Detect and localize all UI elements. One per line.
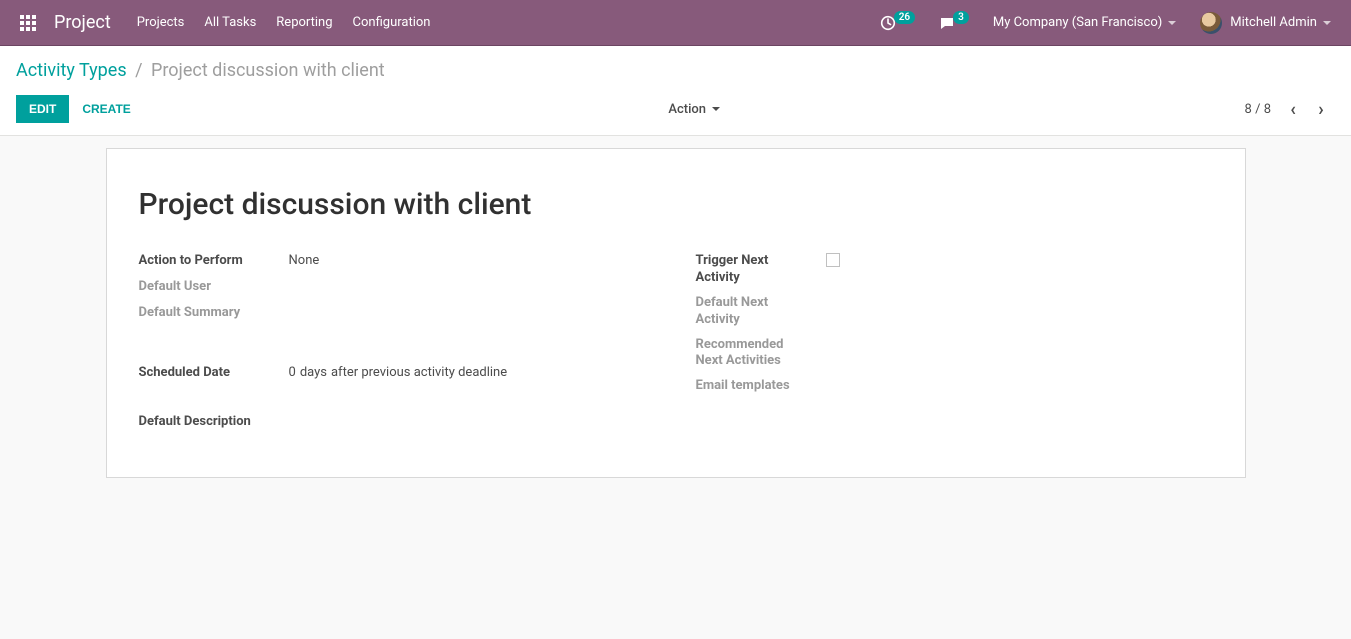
chevron-right-icon: ›: [1318, 99, 1323, 120]
chevron-left-icon: ‹: [1290, 99, 1296, 120]
control-panel: Edit Create Action 8 / 8 ‹ ›: [0, 87, 1351, 136]
breadcrumb: Activity Types / Project discussion with…: [16, 60, 385, 81]
value-default-user: [289, 276, 656, 282]
field-action-to-perform: Action to Perform None: [139, 250, 656, 274]
field-default-user: Default User: [139, 276, 656, 300]
chevron-down-icon: [1168, 21, 1176, 25]
field-default-summary: Default Summary: [139, 302, 656, 326]
label-scheduled-date: Scheduled Date: [139, 362, 289, 385]
page-title: Project discussion with client: [139, 187, 1213, 222]
avatar: [1200, 12, 1222, 34]
label-default-description: Default Description: [139, 414, 656, 429]
label-default-user: Default User: [139, 276, 289, 299]
cp-center: Action: [144, 102, 1245, 117]
label-trigger-next: Trigger Next Activity: [696, 250, 816, 290]
nav-right: 26 3 My Company (San Francisco) Mitchell…: [868, 2, 1343, 44]
form-col-right: Trigger Next Activity Default Next Activ…: [696, 250, 1213, 429]
chevron-down-icon: [712, 107, 720, 111]
field-scheduled-date: Scheduled Date 0 days after previous act…: [139, 362, 656, 386]
activities-button[interactable]: 26: [868, 5, 927, 41]
breadcrumb-parent[interactable]: Activity Types: [16, 60, 127, 81]
breadcrumb-current: Project discussion with client: [151, 60, 385, 81]
checkbox-trigger-next[interactable]: [826, 253, 840, 267]
action-dropdown[interactable]: Action: [668, 102, 720, 117]
field-trigger-next: Trigger Next Activity: [696, 250, 1213, 290]
label-email-templates: Email templates: [696, 375, 816, 398]
form-sheet-wrap: Project discussion with client Action to…: [0, 136, 1351, 502]
label-action-to-perform: Action to Perform: [139, 250, 289, 273]
form-col-left: Action to Perform None Default User Defa…: [139, 250, 656, 429]
scheduled-unit: days: [300, 365, 327, 380]
label-default-summary: Default Summary: [139, 302, 289, 325]
apps-icon[interactable]: [8, 5, 48, 41]
nav-all-tasks[interactable]: All Tasks: [194, 2, 266, 43]
nav-projects[interactable]: Projects: [127, 2, 195, 43]
field-email-templates: Email templates: [696, 375, 1213, 399]
messages-button[interactable]: 3: [927, 5, 981, 41]
field-default-next: Default Next Activity: [696, 292, 1213, 332]
cp-right: 8 / 8 ‹ ›: [1245, 95, 1335, 123]
nav-reporting[interactable]: Reporting: [266, 2, 342, 43]
pager-total: 8: [1264, 102, 1271, 117]
breadcrumb-separator: /: [135, 60, 142, 81]
chevron-down-icon: [1323, 21, 1331, 25]
form-columns: Action to Perform None Default User Defa…: [139, 250, 1213, 429]
pager-sep: /: [1252, 102, 1264, 117]
field-recommended-next: Recommended Next Activities: [696, 334, 1213, 374]
pager-prev-button[interactable]: ‹: [1279, 95, 1307, 123]
nav-menu: Projects All Tasks Reporting Configurati…: [127, 2, 441, 43]
pager-next-button[interactable]: ›: [1307, 95, 1335, 123]
value-scheduled-date: 0 days after previous activity deadline: [289, 362, 656, 383]
company-name: My Company (San Francisco): [993, 15, 1162, 30]
user-menu[interactable]: Mitchell Admin: [1188, 2, 1343, 44]
navbar: Project Projects All Tasks Reporting Con…: [0, 0, 1351, 46]
action-label: Action: [668, 102, 706, 117]
edit-button[interactable]: Edit: [16, 95, 69, 123]
label-default-next: Default Next Activity: [696, 292, 816, 332]
scheduled-suffix: after previous activity deadline: [331, 365, 507, 380]
company-switcher[interactable]: My Company (San Francisco): [981, 5, 1188, 40]
user-name: Mitchell Admin: [1230, 15, 1317, 30]
create-button[interactable]: Create: [69, 95, 143, 123]
pager[interactable]: 8 / 8: [1245, 102, 1271, 117]
pager-current: 8: [1245, 102, 1252, 117]
activities-badge: 26: [894, 11, 915, 24]
value-default-summary: [289, 302, 656, 308]
label-recommended-next: Recommended Next Activities: [696, 334, 816, 374]
brand[interactable]: Project: [48, 12, 127, 33]
value-action-to-perform: None: [289, 250, 656, 271]
nav-configuration[interactable]: Configuration: [343, 2, 441, 43]
breadcrumb-bar: Activity Types / Project discussion with…: [0, 46, 1351, 87]
messages-badge: 3: [953, 11, 969, 24]
scheduled-number: 0: [289, 365, 296, 380]
form-sheet: Project discussion with client Action to…: [106, 148, 1246, 478]
